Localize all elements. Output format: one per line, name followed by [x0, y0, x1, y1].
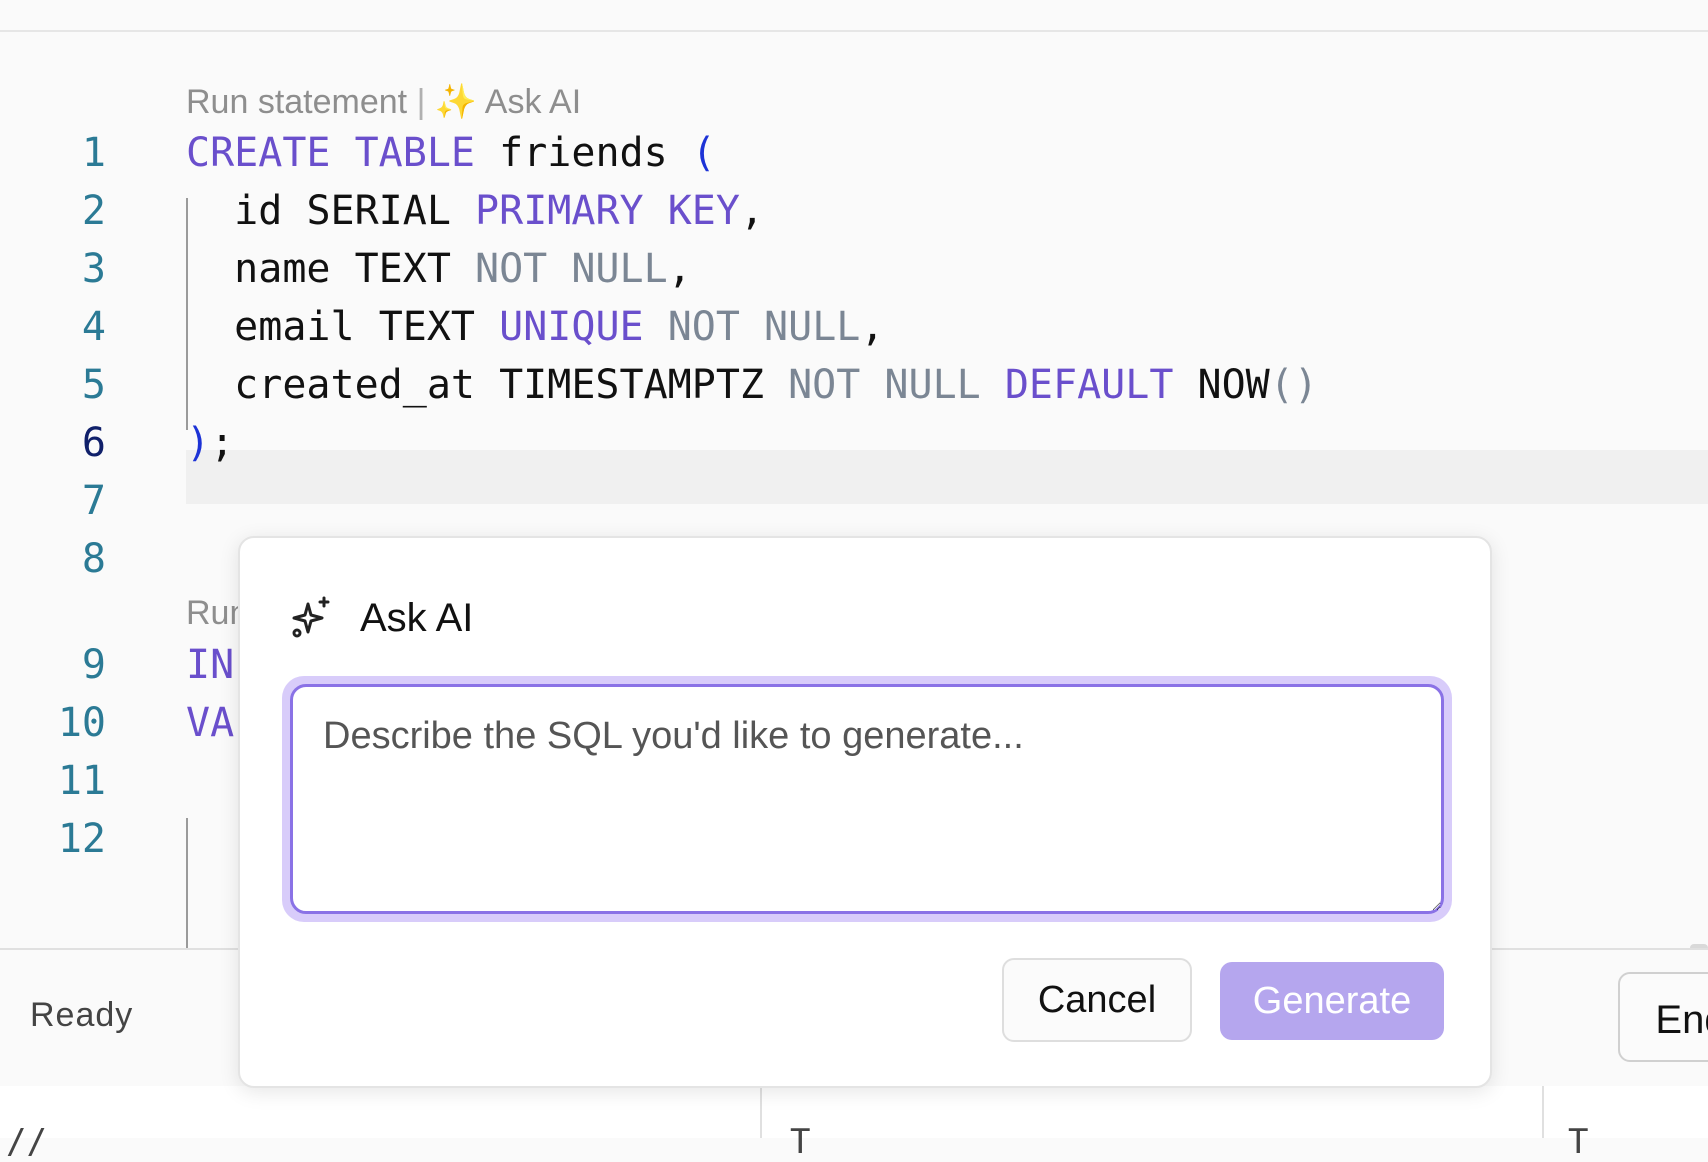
sparkles-icon [292, 596, 330, 638]
line-number: 1 [81, 130, 106, 176]
constraint: NOT NULL [475, 246, 668, 292]
code-line-6: ); [186, 420, 234, 466]
status-text: Ready [30, 996, 134, 1034]
ai-prompt-input[interactable] [290, 684, 1444, 914]
keyword: DEFAULT [1004, 362, 1174, 408]
constraint: NOT NULL [667, 304, 861, 350]
results-fragment: T [1568, 1122, 1589, 1162]
keyword: IN [186, 642, 235, 688]
codelens-statement-1: Run statement | ✨ Ask AI [186, 82, 581, 122]
code-line-2: id SERIAL PRIMARY KEY, [186, 188, 764, 234]
code-line-5: created_at TIMESTAMPTZ NOT NULL DEFAULT … [186, 362, 1318, 408]
code-line-3: name TEXT NOT NULL, [186, 246, 692, 292]
ask-ai-link[interactable]: Ask AI [485, 83, 581, 121]
line-number: 3 [81, 246, 106, 292]
ask-ai-header: Ask AI [288, 590, 473, 646]
line-number: 5 [81, 362, 106, 408]
identifier: email [234, 304, 355, 350]
punctuation: , [667, 246, 692, 292]
punctuation: , [739, 188, 765, 234]
bracket: () [1269, 362, 1318, 408]
type: SERIAL [306, 188, 451, 234]
keyword: TABLE [354, 130, 476, 176]
keyword: CREATE [186, 130, 331, 176]
ask-ai-title: Ask AI [360, 595, 474, 640]
panel-divider[interactable] [1542, 1086, 1544, 1138]
identifier: name [234, 246, 331, 292]
code-line-10: VA [186, 700, 234, 746]
type: TEXT [378, 304, 476, 350]
line-number: 8 [81, 536, 106, 582]
line-number: 12 [57, 816, 106, 862]
function-name: NOW [1197, 362, 1270, 408]
identifier: friends [499, 130, 668, 176]
run-statement-link[interactable]: Run statement [186, 83, 407, 121]
panel-divider[interactable] [760, 1086, 762, 1138]
code-line-4: email TEXT UNIQUE NOT NULL, [186, 304, 884, 350]
line-number: 10 [57, 700, 106, 746]
top-bar [0, 0, 1708, 32]
generate-button[interactable]: Generate [1220, 962, 1444, 1040]
punctuation: ; [210, 420, 235, 466]
punctuation: , [860, 304, 885, 350]
cancel-button[interactable]: Cancel [1002, 958, 1192, 1042]
results-fragment: T [790, 1122, 811, 1162]
line-number: 2 [81, 188, 106, 234]
prompt-focus-ring [282, 676, 1452, 922]
line-number: 9 [81, 642, 106, 688]
identifier: id [234, 188, 283, 234]
keyword: PRIMARY KEY [475, 188, 740, 234]
bracket: ( [691, 130, 716, 176]
constraint: NOT NULL [788, 362, 981, 408]
ask-ai-popover: Ask AI Cancel Generate [238, 536, 1492, 1088]
results-panel: // T T [0, 1086, 1708, 1162]
end-button[interactable]: End [1618, 972, 1708, 1062]
sparkles-icon: ✨ [434, 83, 478, 121]
keyword: VA [186, 700, 235, 746]
code-line-1: CREATE TABLE friends ( [186, 130, 716, 176]
codelens-separator: | [416, 83, 426, 121]
line-number: 7 [81, 478, 106, 524]
active-line-highlight [186, 450, 1708, 504]
line-number: 11 [57, 758, 106, 804]
type: TIMESTAMPTZ [499, 362, 764, 408]
code-line-9: IN [186, 642, 234, 688]
line-number-active: 6 [81, 420, 106, 466]
keyword: UNIQUE [499, 304, 644, 350]
line-number: 4 [81, 304, 106, 350]
bracket: ) [186, 420, 211, 466]
results-fragment: // [6, 1122, 47, 1162]
type: TEXT [354, 246, 451, 292]
identifier: created_at [234, 362, 475, 408]
indent-guide [186, 818, 188, 950]
